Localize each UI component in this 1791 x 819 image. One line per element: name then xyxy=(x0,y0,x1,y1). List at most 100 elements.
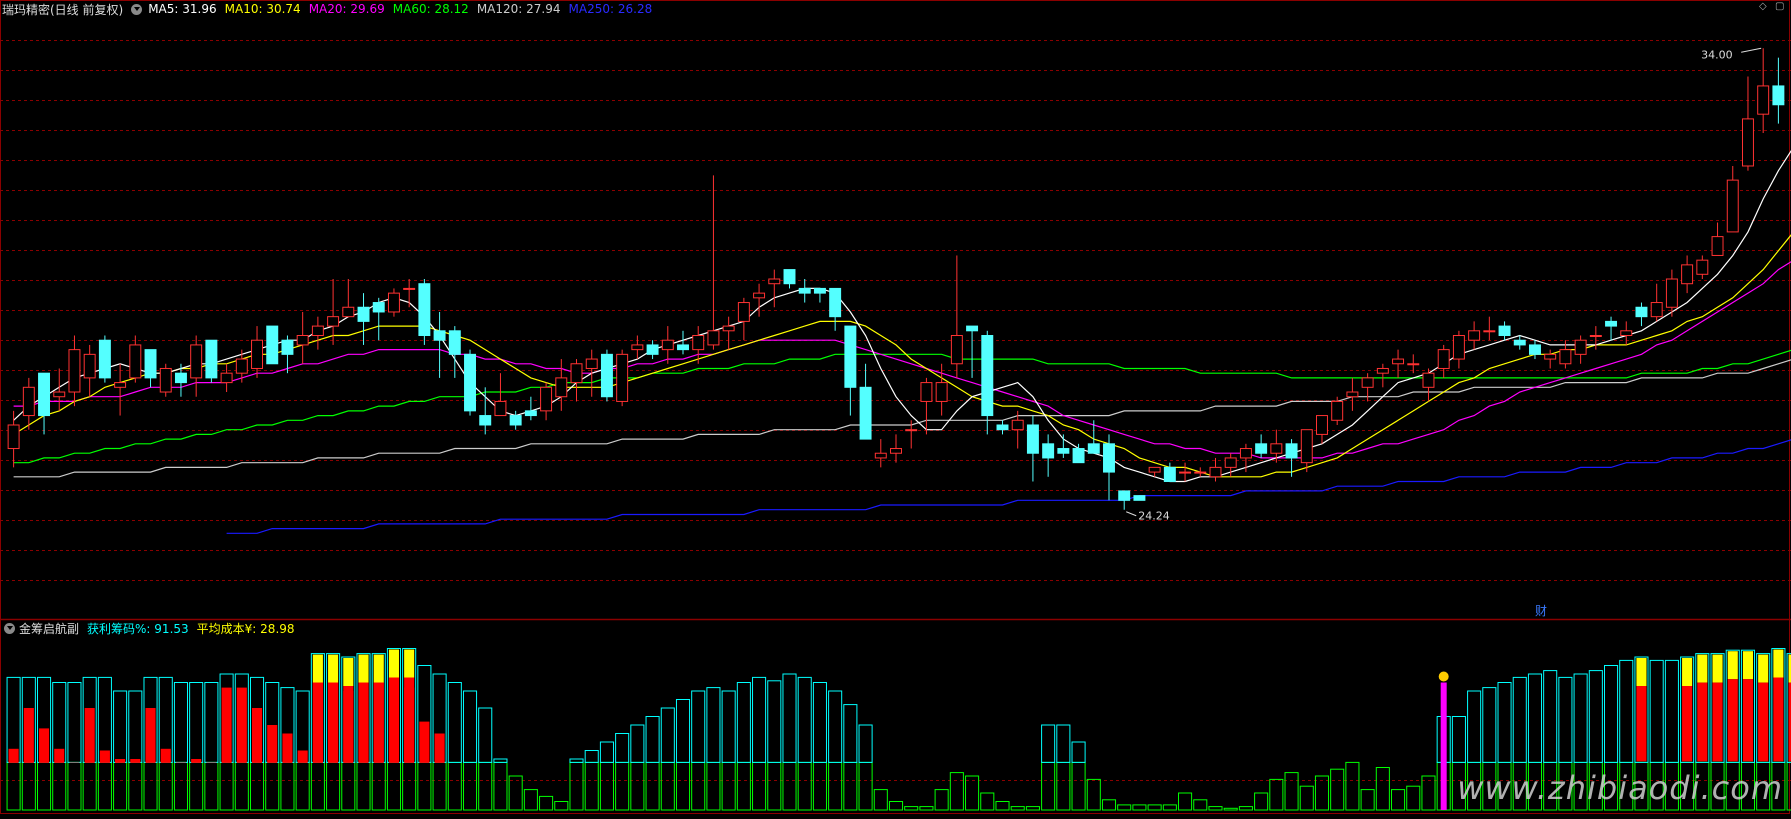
chip-bar-base xyxy=(1254,792,1269,811)
candle-body xyxy=(509,415,522,426)
chip-bar-red xyxy=(282,733,293,763)
chip-bar-base xyxy=(812,761,827,811)
candle-body xyxy=(1255,443,1268,454)
sub-indicator-menu-icon[interactable] xyxy=(4,622,15,634)
chip-bar-base xyxy=(934,789,949,811)
chip-bar-red xyxy=(1758,682,1769,762)
diamond-icon[interactable]: ◇ xyxy=(1759,2,1769,12)
chip-bar-red xyxy=(160,748,171,763)
chip-bar-upper xyxy=(1664,659,1679,763)
chip-bar-red xyxy=(388,677,399,762)
candle-body xyxy=(1270,443,1283,454)
candle-body xyxy=(1620,330,1633,337)
chip-bar-red xyxy=(175,762,186,763)
chip-bar-yellow xyxy=(1727,651,1738,680)
chip-bar-base xyxy=(1299,785,1314,811)
sub-legend: 金筹启航副 获利筹码%: 91.53 平均成本¥: 28.98 xyxy=(0,619,303,637)
chip-bar-red xyxy=(206,762,217,763)
candle-body xyxy=(646,344,659,355)
candle-body xyxy=(874,452,887,459)
candle-body xyxy=(1483,330,1496,333)
chip-bar-upper xyxy=(204,682,219,763)
candle-body xyxy=(1118,490,1131,501)
chip-bar-base xyxy=(341,761,356,811)
candle-body xyxy=(1316,415,1328,435)
chip-bar-upper xyxy=(1467,690,1482,763)
indicator-menu-icon[interactable] xyxy=(131,3,143,15)
candle-body xyxy=(798,287,811,294)
chip-bar-base xyxy=(6,761,21,811)
signal-bar xyxy=(1440,682,1447,810)
candle-body xyxy=(1757,85,1770,115)
candle-body xyxy=(1361,377,1374,388)
chip-bar-red xyxy=(84,708,95,763)
candle-body xyxy=(327,316,340,327)
chip-bar-base xyxy=(569,761,584,811)
chip-bar-base xyxy=(1162,804,1177,811)
chip-bar-yellow xyxy=(1682,658,1693,686)
chip-bar-base xyxy=(1193,799,1208,811)
chart-frame xyxy=(0,0,1790,814)
chip-bar-upper xyxy=(615,733,630,763)
chip-bar-upper xyxy=(1573,673,1588,763)
candle-body xyxy=(1605,320,1618,327)
window-icon[interactable]: ▢ xyxy=(1775,2,1785,12)
candle-body xyxy=(950,335,963,365)
high-arrow xyxy=(1741,47,1762,53)
chip-bar-base xyxy=(858,761,873,811)
chip-bar-base xyxy=(797,761,812,811)
chip-bar-base xyxy=(82,761,97,811)
chip-bar-red xyxy=(115,759,126,763)
candle-body xyxy=(174,372,187,384)
candle-body xyxy=(220,372,233,384)
chip-bar-base xyxy=(204,761,219,811)
candle-body xyxy=(448,330,461,355)
chip-bar-upper xyxy=(752,676,767,763)
candle-body xyxy=(1650,302,1663,318)
avg-cost: 平均成本¥: 28.98 xyxy=(196,621,295,636)
candle-body xyxy=(692,335,705,351)
chip-bar-upper xyxy=(97,676,112,763)
chip-bar-yellow xyxy=(358,654,369,683)
chip-bar-red xyxy=(1682,686,1693,762)
candle-body xyxy=(357,306,370,322)
chip-bar-base xyxy=(782,761,797,811)
candle-body xyxy=(524,410,537,417)
candle-body xyxy=(570,363,583,384)
candle-body xyxy=(1452,335,1465,360)
chip-bar-upper xyxy=(478,707,493,763)
chip-bar-upper xyxy=(691,690,706,763)
candle-body xyxy=(129,344,142,379)
chip-bar-base xyxy=(1010,806,1025,811)
chip-bar-base xyxy=(280,761,295,811)
chip-bar-red xyxy=(297,750,308,763)
chip-bar-base xyxy=(1238,806,1253,811)
candle-body xyxy=(813,287,826,294)
chip-bar-base xyxy=(447,761,462,811)
chip-bar-upper xyxy=(1482,687,1497,763)
chip-bar-yellow xyxy=(388,649,399,678)
chip-bar-base xyxy=(1375,767,1390,811)
chip-bar-base xyxy=(615,761,630,811)
chip-bar-base xyxy=(599,761,614,811)
chip-bar-upper xyxy=(1512,676,1527,763)
candle-body xyxy=(859,386,872,440)
chip-bar-base xyxy=(173,761,188,811)
chip-bar-yellow xyxy=(404,649,415,678)
chip-bar-base xyxy=(508,775,523,811)
chip-bar-upper xyxy=(706,687,721,763)
ma120-line xyxy=(13,359,1791,478)
ma20-legend: MA20: 29.69 xyxy=(308,2,385,16)
chart-canvas[interactable]: 34.00 24.24 财 xyxy=(0,0,1791,815)
candle-body xyxy=(68,349,81,393)
chip-bar-red xyxy=(221,687,232,763)
chip-bar-base xyxy=(189,761,204,811)
candle-body xyxy=(996,424,1009,431)
chip-bar-base xyxy=(478,761,493,811)
candle-body xyxy=(783,269,796,285)
chip-bar-red xyxy=(419,721,430,763)
candle-body xyxy=(1574,339,1587,355)
candle-body xyxy=(53,391,66,398)
chip-bar-base xyxy=(919,806,934,811)
candle-body xyxy=(829,287,842,318)
